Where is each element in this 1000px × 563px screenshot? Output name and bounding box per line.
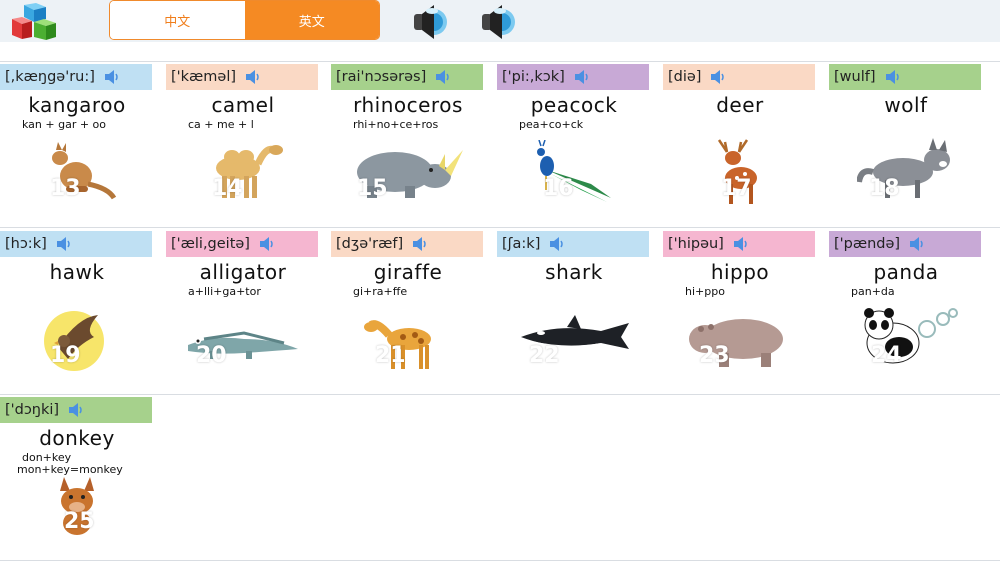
phonetic-bar[interactable]: [hɔ:k]: [0, 231, 152, 257]
speaker-icon[interactable]: [245, 70, 261, 84]
card-number: 14: [212, 176, 243, 201]
syllable-breakdown: pan+da: [851, 285, 895, 298]
phonetic-text: [,kæŋgə'ru:]: [5, 69, 95, 85]
phonetic-bar[interactable]: ['æli,geitə]: [166, 231, 318, 257]
syllable-breakdown: gi+ra+ffe: [353, 285, 408, 298]
card-number: 18: [869, 176, 900, 201]
phonetic-bar[interactable]: ['hipəu]: [663, 231, 815, 257]
row-divider: [0, 61, 1000, 62]
animal-word: camel: [211, 93, 275, 117]
animal-word: giraffe: [373, 260, 443, 284]
animal-card[interactable]: [ʃa:k] shark 22: [497, 231, 657, 391]
animal-card[interactable]: [,kæŋgə'ru:] kangaroo kan + gar + oo 13: [0, 64, 160, 224]
card-number: 13: [50, 176, 81, 201]
speaker-icon[interactable]: [435, 70, 451, 84]
speaker-icon[interactable]: [710, 70, 726, 84]
syllable-breakdown: kan + gar + oo: [22, 118, 107, 131]
animal-card[interactable]: [diə] deer 17: [663, 64, 823, 224]
syllable-breakdown: hi+ppo: [685, 285, 725, 298]
card-number: 25: [64, 509, 95, 534]
phonetic-text: [wulf]: [834, 69, 876, 85]
animal-word: rhinoceros: [353, 93, 463, 117]
speaker-icon[interactable]: [56, 237, 72, 251]
row-divider: [0, 394, 1000, 395]
syllable-breakdown: ca + me + l: [188, 118, 254, 131]
phonetic-bar[interactable]: [diə]: [663, 64, 815, 90]
animal-card[interactable]: [dʒə'ræf] giraffe gi+ra+ffe 21: [331, 231, 491, 391]
animal-card[interactable]: [wulf] wolf 18: [829, 64, 989, 224]
phonetic-bar[interactable]: [rai'nɔsərəs]: [331, 64, 483, 90]
speaker-play-icon[interactable]: [410, 2, 448, 40]
animal-word: donkey: [39, 426, 115, 450]
phonetic-text: ['kæməl]: [171, 69, 237, 85]
phonetic-text: ['pændə]: [834, 236, 901, 252]
card-number: 22: [529, 343, 560, 368]
phonetic-bar[interactable]: ['dɔŋki]: [0, 397, 152, 423]
animal-word: hippo: [710, 260, 770, 284]
tab-chinese[interactable]: 中文: [110, 1, 245, 39]
animal-card[interactable]: ['æli,geitə] alligator a+lli+ga+tor 20: [166, 231, 326, 391]
phonetic-bar[interactable]: ['pi:,kɔk]: [497, 64, 649, 90]
card-number: 21: [375, 343, 406, 368]
animal-word: peacock: [530, 93, 618, 117]
card-number: 23: [699, 343, 730, 368]
top-bar: 中文 英文: [0, 0, 1000, 42]
speaker-icon[interactable]: [104, 70, 120, 84]
speaker-icon[interactable]: [574, 70, 590, 84]
animal-word: wolf: [884, 93, 928, 117]
animal-word: hawk: [49, 260, 105, 284]
card-number: 24: [871, 343, 902, 368]
speaker-icon[interactable]: [909, 237, 925, 251]
animal-word: shark: [545, 260, 603, 284]
syllable-breakdown: don+key mon+key=monkey: [17, 451, 123, 476]
animal-card[interactable]: [rai'nɔsərəs] rhinoceros rhi+no+ce+ros 15: [331, 64, 491, 224]
animal-card[interactable]: ['pændə] panda pan+da 24: [829, 231, 989, 391]
card-number: 20: [196, 343, 227, 368]
phonetic-text: [ʃa:k]: [502, 236, 541, 252]
phonetic-text: ['æli,geitə]: [171, 236, 250, 252]
animal-card[interactable]: [hɔ:k] hawk 19: [0, 231, 160, 391]
speaker-icon[interactable]: [733, 237, 749, 251]
syllable-breakdown: a+lli+ga+tor: [188, 285, 261, 298]
card-number: 19: [50, 343, 81, 368]
phonetic-bar[interactable]: ['kæməl]: [166, 64, 318, 90]
speaker-icon[interactable]: [412, 237, 428, 251]
speaker-icon[interactable]: [68, 403, 84, 417]
blocks-logo-icon: [12, 3, 56, 40]
animal-card[interactable]: ['dɔŋki] donkey don+key mon+key=monkey 25: [0, 397, 160, 557]
animal-card[interactable]: ['pi:,kɔk] peacock pea+co+ck 16: [497, 64, 657, 224]
syllable-breakdown: rhi+no+ce+ros: [353, 118, 439, 131]
animal-card[interactable]: ['hipəu] hippo hi+ppo 23: [663, 231, 823, 391]
speaker-icon[interactable]: [549, 237, 565, 251]
animal-card[interactable]: ['kæməl] camel ca + me + l 14: [166, 64, 326, 224]
card-number: 17: [721, 176, 752, 201]
phonetic-text: ['hipəu]: [668, 236, 724, 252]
speaker-icon[interactable]: [259, 237, 275, 251]
phonetic-text: [rai'nɔsərəs]: [336, 69, 427, 85]
card-number: 15: [357, 176, 388, 201]
phonetic-text: ['dɔŋki]: [5, 402, 60, 418]
phonetic-bar[interactable]: [,kæŋgə'ru:]: [0, 64, 152, 90]
animal-word: alligator: [199, 260, 287, 284]
card-number: 16: [543, 176, 574, 201]
phonetic-text: [hɔ:k]: [5, 236, 47, 252]
phonetic-bar[interactable]: [dʒə'ræf]: [331, 231, 483, 257]
syllable-breakdown: pea+co+ck: [519, 118, 584, 131]
row-divider: [0, 560, 1000, 561]
phonetic-bar[interactable]: [wulf]: [829, 64, 981, 90]
phonetic-bar[interactable]: ['pændə]: [829, 231, 981, 257]
tab-english[interactable]: 英文: [244, 1, 379, 39]
phonetic-bar[interactable]: [ʃa:k]: [497, 231, 649, 257]
row-divider: [0, 227, 1000, 228]
animal-word: deer: [716, 93, 764, 117]
phonetic-text: ['pi:,kɔk]: [502, 69, 565, 85]
speaker-icon[interactable]: [885, 70, 901, 84]
phonetic-text: [diə]: [668, 69, 702, 85]
speaker-repeat-icon[interactable]: [478, 2, 516, 40]
animal-word: panda: [873, 260, 939, 284]
language-toggle: 中文 英文: [109, 0, 380, 40]
phonetic-text: [dʒə'ræf]: [336, 236, 404, 252]
animal-word: kangaroo: [28, 93, 126, 117]
